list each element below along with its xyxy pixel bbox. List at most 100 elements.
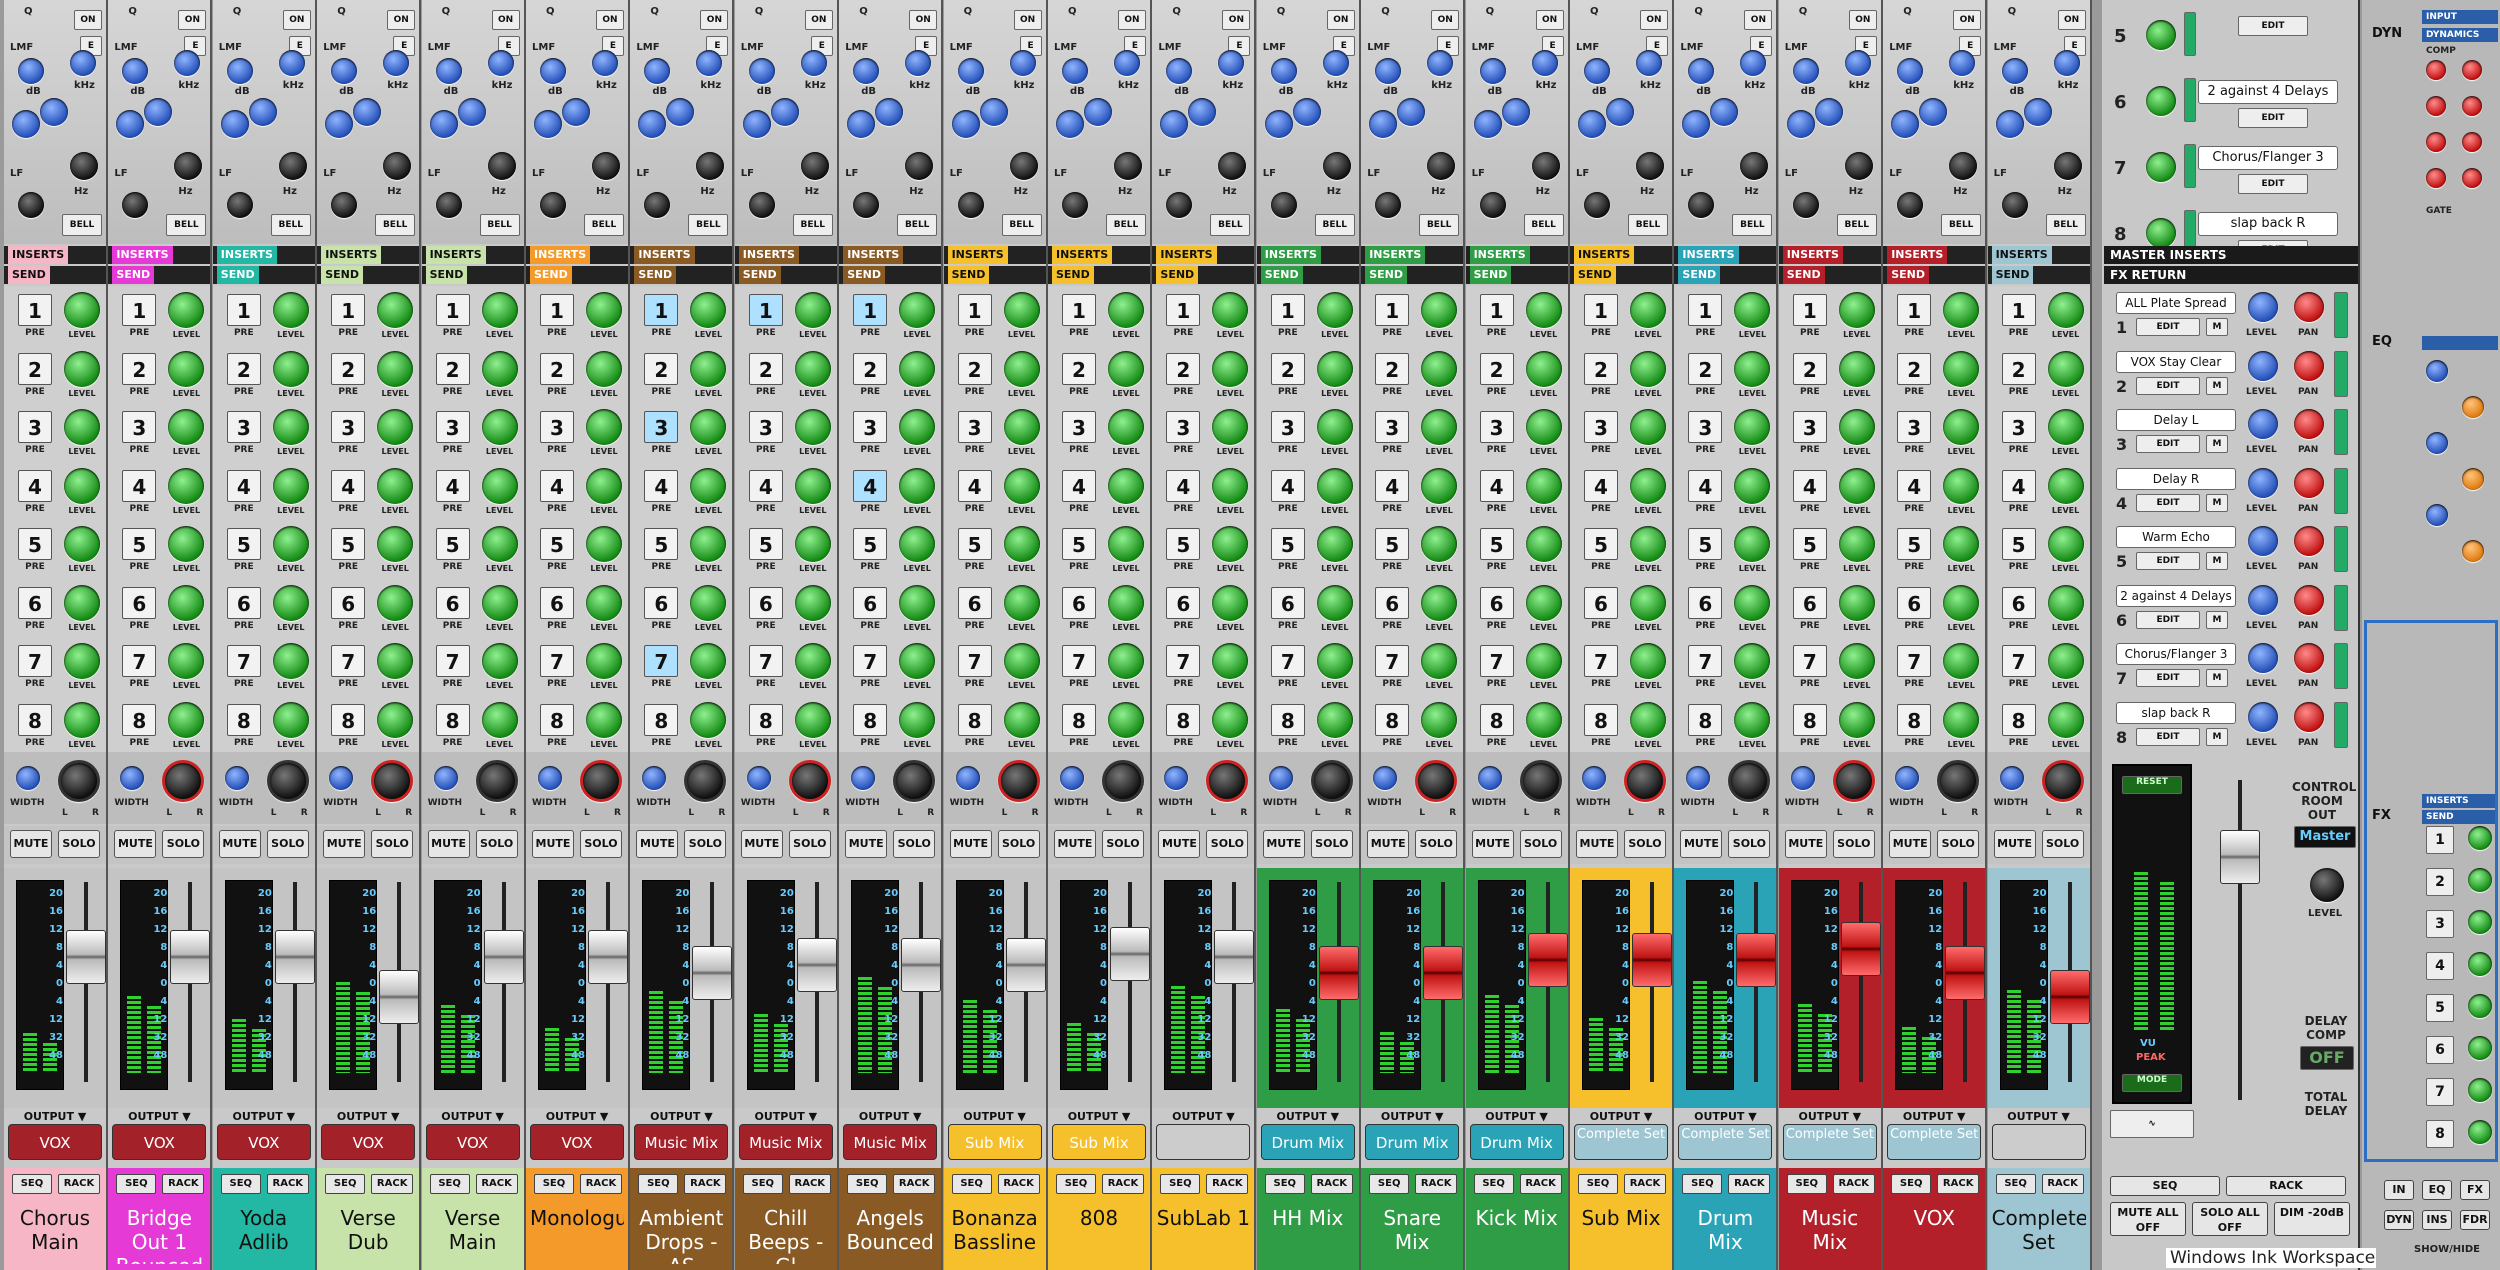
inserts-header[interactable]: INSERTS bbox=[1361, 246, 1464, 264]
rack-button[interactable]: RACK bbox=[1206, 1174, 1249, 1194]
output-label[interactable]: OUTPUT ▼ bbox=[1257, 1110, 1359, 1123]
bell-button[interactable]: BELL bbox=[1836, 214, 1877, 236]
send-level-knob[interactable] bbox=[168, 701, 205, 738]
send-3-button[interactable]: 3 bbox=[1688, 411, 1723, 443]
fx-return-name[interactable]: 2 against 4 Delays bbox=[2116, 584, 2236, 607]
send-level-knob[interactable] bbox=[690, 526, 727, 562]
nav-send-button[interactable]: 8 bbox=[2426, 1120, 2454, 1148]
lf-gain-knob[interactable] bbox=[122, 192, 149, 218]
send-5-button[interactable]: 5 bbox=[1270, 528, 1305, 560]
bell-button[interactable]: BELL bbox=[375, 214, 416, 236]
send-level-knob[interactable] bbox=[2047, 643, 2084, 679]
lmf-gain-knob[interactable] bbox=[540, 58, 566, 84]
channel-name[interactable]: Monologue bbox=[530, 1198, 624, 1264]
send-level-knob[interactable] bbox=[1003, 292, 1040, 328]
send-level-knob[interactable] bbox=[1003, 526, 1040, 562]
send-level-knob[interactable] bbox=[377, 643, 414, 679]
lmf-freq-knob[interactable] bbox=[487, 50, 514, 76]
seq-button[interactable]: SEQ bbox=[847, 1174, 888, 1194]
hmf-knob[interactable] bbox=[429, 110, 458, 138]
seq-button[interactable]: SEQ bbox=[1369, 1174, 1410, 1194]
send-1-button[interactable]: 1 bbox=[435, 294, 470, 326]
send-7-button[interactable]: 7 bbox=[18, 645, 52, 677]
send-level-knob[interactable] bbox=[1734, 292, 1771, 328]
seq-button[interactable]: SEQ bbox=[951, 1174, 992, 1194]
fx-return-pan-knob[interactable] bbox=[2294, 409, 2324, 439]
send-header[interactable]: SEND bbox=[526, 266, 628, 284]
solo-button[interactable]: SOLO bbox=[1102, 830, 1144, 858]
fx-edit-button[interactable]: EDIT bbox=[2238, 174, 2308, 194]
send-2-button[interactable]: 2 bbox=[1479, 352, 1514, 385]
pan-knob[interactable] bbox=[997, 760, 1040, 802]
send-6-button[interactable]: 6 bbox=[1166, 586, 1201, 619]
send-level-knob[interactable] bbox=[899, 409, 936, 445]
send-level-knob[interactable] bbox=[1943, 584, 1980, 621]
send-6-button[interactable]: 6 bbox=[1270, 586, 1305, 619]
send-4-button[interactable]: 4 bbox=[331, 469, 366, 502]
q-knob[interactable] bbox=[1292, 98, 1321, 126]
pan-knob[interactable] bbox=[788, 760, 831, 802]
send-8-button[interactable]: 8 bbox=[1688, 703, 1723, 736]
send-level-knob[interactable] bbox=[481, 467, 518, 504]
fx-level-knob[interactable] bbox=[2146, 20, 2176, 50]
inserts-header[interactable]: INSERTS bbox=[630, 246, 733, 264]
fx-toggle[interactable] bbox=[2184, 78, 2196, 122]
pan-knob[interactable] bbox=[684, 760, 727, 802]
send-5-button[interactable]: 5 bbox=[1584, 528, 1618, 560]
send-header[interactable]: SEND bbox=[108, 266, 211, 284]
send-4-button[interactable]: 4 bbox=[1375, 469, 1410, 502]
on-button[interactable]: ON bbox=[909, 10, 938, 30]
lmf-freq-knob[interactable] bbox=[1427, 50, 1454, 76]
width-knob[interactable] bbox=[120, 766, 145, 790]
send-level-knob[interactable] bbox=[690, 350, 727, 387]
send-level-knob[interactable] bbox=[1734, 350, 1771, 387]
send-2-button[interactable]: 2 bbox=[1897, 352, 1932, 385]
lf-freq-knob[interactable] bbox=[1427, 152, 1456, 180]
inserts-header[interactable]: INSERTS bbox=[943, 246, 1046, 264]
send-3-button[interactable]: 3 bbox=[957, 411, 992, 443]
send-level-knob[interactable] bbox=[1943, 350, 1980, 387]
send-level-knob[interactable] bbox=[168, 409, 205, 445]
width-knob[interactable] bbox=[1060, 766, 1084, 790]
send-4-button[interactable]: 4 bbox=[748, 469, 783, 502]
mute-button[interactable]: MUTE bbox=[1054, 830, 1096, 858]
master-rack-button[interactable]: RACK bbox=[2226, 1176, 2346, 1196]
fx-return-m-button[interactable]: M bbox=[2206, 376, 2228, 395]
send-8-button[interactable]: 8 bbox=[540, 703, 574, 736]
lf-gain-knob[interactable] bbox=[1688, 192, 1715, 218]
pan-knob[interactable] bbox=[1832, 760, 1875, 802]
rack-button[interactable]: RACK bbox=[371, 1174, 414, 1194]
dyn-knob[interactable] bbox=[2426, 60, 2446, 80]
solo-button[interactable]: SOLO bbox=[893, 830, 936, 858]
send-4-button[interactable]: 4 bbox=[1166, 469, 1201, 502]
lmf-gain-knob[interactable] bbox=[435, 58, 462, 84]
send-level-knob[interactable] bbox=[64, 467, 100, 504]
send-level-knob[interactable] bbox=[2047, 409, 2084, 445]
send-level-knob[interactable] bbox=[1734, 526, 1771, 562]
channel-fader[interactable] bbox=[1110, 926, 1150, 981]
mute-button[interactable]: MUTE bbox=[740, 830, 783, 858]
send-level-knob[interactable] bbox=[1108, 409, 1144, 445]
send-level-knob[interactable] bbox=[1525, 584, 1562, 621]
send-8-button[interactable]: 8 bbox=[2001, 703, 2036, 736]
pan-knob[interactable] bbox=[1415, 760, 1458, 802]
on-button[interactable]: ON bbox=[1953, 10, 1982, 30]
send-2-button[interactable]: 2 bbox=[331, 352, 366, 385]
output-destination[interactable] bbox=[1991, 1124, 2086, 1160]
output-label[interactable]: OUTPUT ▼ bbox=[944, 1110, 1046, 1123]
inserts-header[interactable]: INSERTS bbox=[526, 246, 628, 264]
solo-button[interactable]: SOLO bbox=[1415, 830, 1458, 858]
lmf-gain-knob[interactable] bbox=[1584, 58, 1610, 84]
pan-knob[interactable] bbox=[1624, 760, 1666, 802]
send-1-button[interactable]: 1 bbox=[853, 294, 888, 326]
pan-knob[interactable] bbox=[580, 760, 622, 802]
lf-freq-knob[interactable] bbox=[278, 152, 307, 180]
send-level-knob[interactable] bbox=[168, 584, 205, 621]
send-7-button[interactable]: 7 bbox=[1166, 645, 1201, 677]
fx-return-toggle[interactable] bbox=[2334, 526, 2348, 572]
send-7-button[interactable]: 7 bbox=[1479, 645, 1514, 677]
fx-return-edit-button[interactable]: EDIT bbox=[2136, 435, 2200, 453]
fx-return-edit-button[interactable]: EDIT bbox=[2136, 727, 2200, 746]
dyn-knob[interactable] bbox=[2462, 60, 2482, 80]
send-level-knob[interactable] bbox=[377, 701, 414, 738]
